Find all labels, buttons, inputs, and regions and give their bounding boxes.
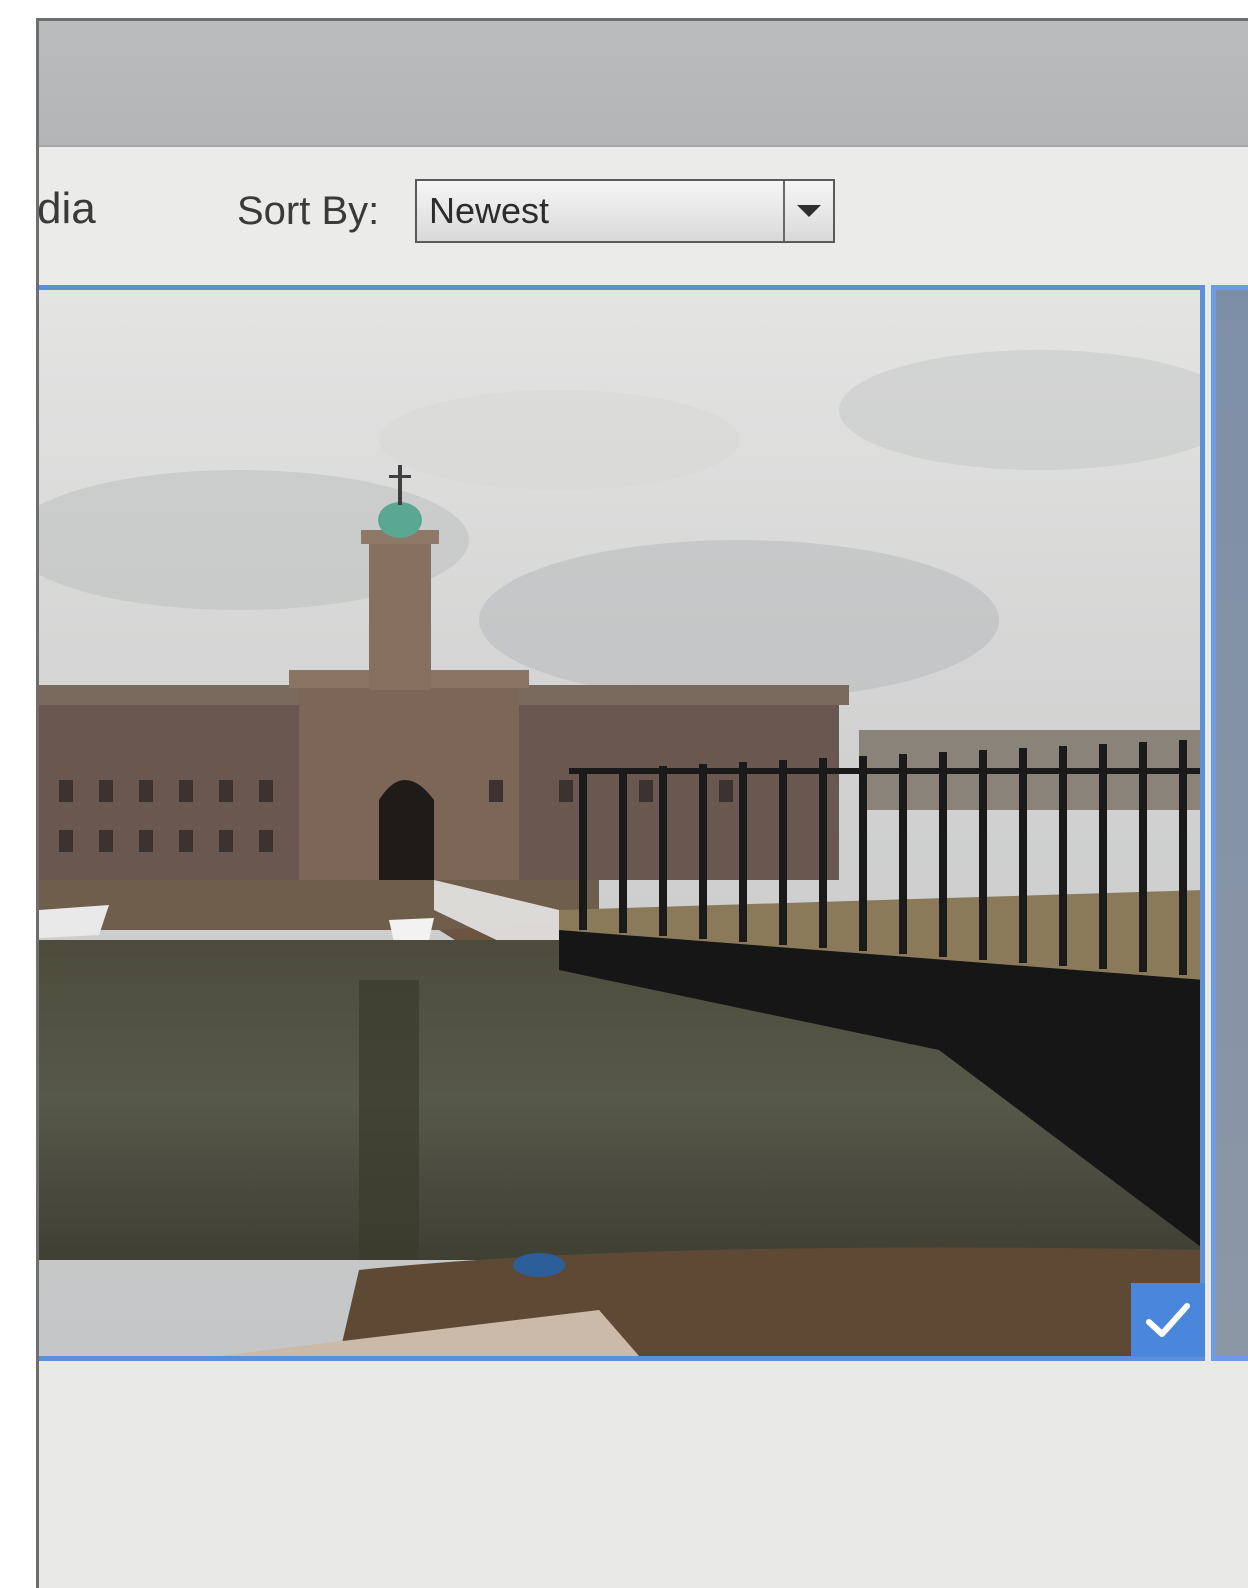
sort-by-label: Sort By: <box>237 189 380 233</box>
sort-by-dropdown[interactable]: Newest <box>415 179 835 243</box>
media-tab-label[interactable]: dia <box>39 187 96 231</box>
chevron-down-icon[interactable] <box>785 181 833 241</box>
sort-by-selected-value: Newest <box>429 190 550 231</box>
media-thumbnail-next[interactable] <box>1211 285 1248 1361</box>
media-browser-dialog: dia Sort By: Newest <box>36 18 1248 1588</box>
selected-checkbox[interactable] <box>1131 1283 1205 1357</box>
checkmark-icon <box>1146 1303 1190 1337</box>
media-thumbnail-selected[interactable] <box>39 285 1205 1361</box>
gallery-empty-area <box>39 1363 1248 1588</box>
dialog-titlebar[interactable] <box>39 21 1248 147</box>
photo-harbour-building <box>39 290 1200 1356</box>
